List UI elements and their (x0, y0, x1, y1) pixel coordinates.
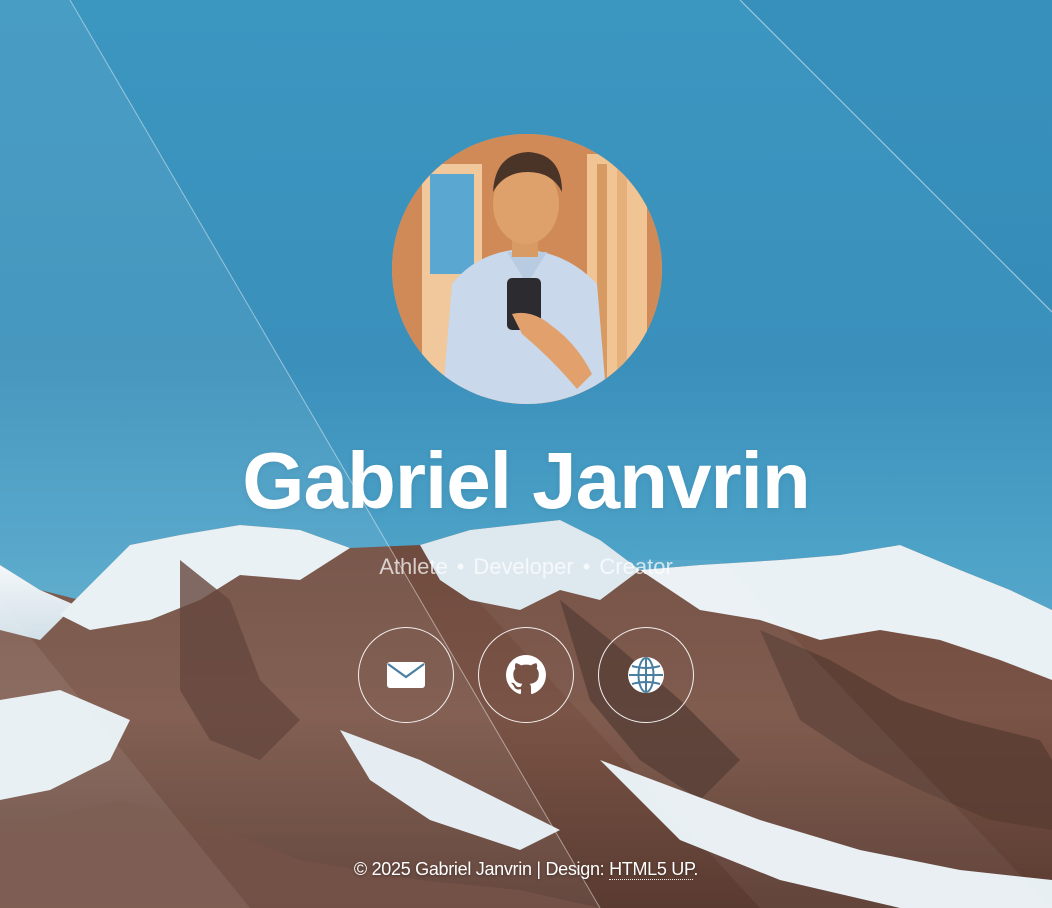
tagline: Athlete • Developer • Creator (0, 552, 1052, 582)
avatar (392, 134, 662, 404)
tagline-role-creator: Creator (599, 554, 673, 579)
social-links (358, 627, 694, 723)
tagline-role-athlete: Athlete (379, 554, 448, 579)
tagline-role-developer: Developer (473, 554, 574, 579)
main-wrapper: Gabriel Janvrin Athlete • Developer • Creato… (0, 0, 1052, 908)
github-link-button[interactable] (478, 627, 574, 723)
tagline-separator: • (456, 554, 465, 579)
email-link-button[interactable] (358, 627, 454, 723)
envelope-icon (387, 662, 425, 688)
profile-name: Gabriel Janvrin (242, 436, 810, 525)
footer-suffix: . (693, 859, 699, 879)
design-credit-link[interactable]: HTML5 UP (609, 859, 694, 880)
github-icon (506, 655, 546, 695)
footer: © 2025 Gabriel Janvrin | Design: HTML5 U… (0, 856, 1052, 882)
website-link-button[interactable] (598, 627, 694, 723)
globe-icon (628, 657, 664, 693)
tagline-separator: • (582, 554, 591, 579)
footer-copyright: © 2025 Gabriel Janvrin | Design: (353, 859, 610, 879)
